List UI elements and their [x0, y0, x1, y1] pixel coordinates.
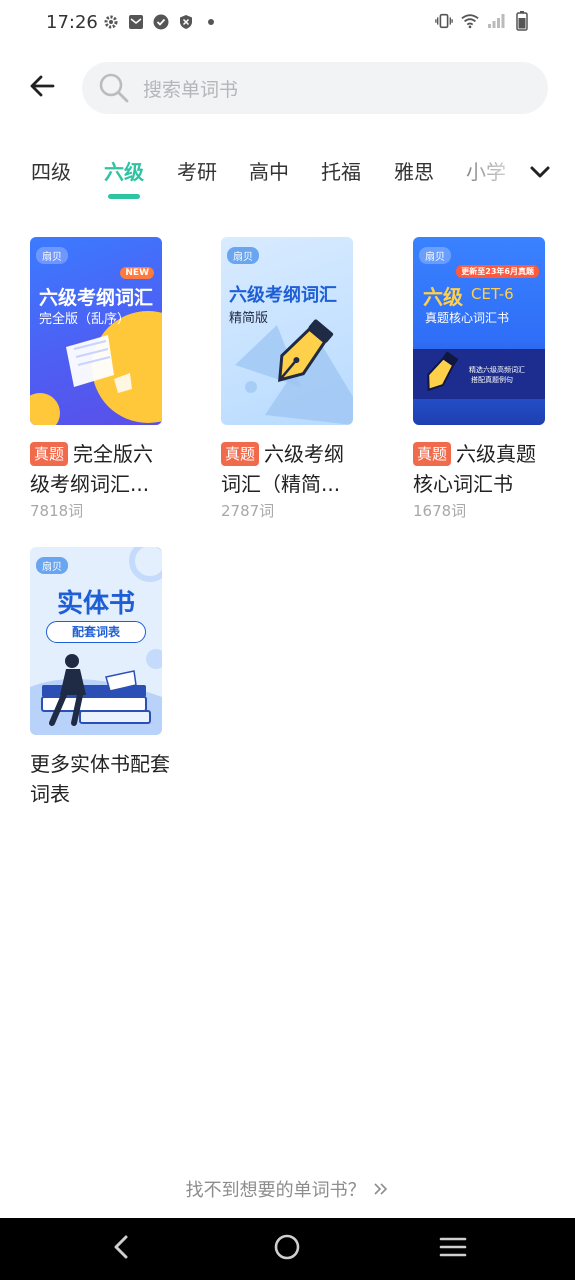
search-icon	[98, 72, 130, 104]
new-badge: NEW	[120, 267, 154, 279]
brand-badge: 扇贝	[419, 247, 451, 264]
back-button[interactable]	[24, 70, 60, 106]
shield-icon	[177, 13, 195, 31]
brand-badge: 扇贝	[227, 247, 259, 264]
tab-cet6[interactable]: 六级	[104, 156, 144, 185]
tab-toefl[interactable]: 托福	[321, 156, 361, 185]
back-triangle-icon	[111, 1234, 131, 1264]
menu-lines-icon	[439, 1235, 467, 1263]
vibrate-icon	[435, 12, 453, 30]
category-tabs: 四级 六级 考研 高中 托福 雅思 小学	[0, 150, 575, 206]
update-badge: 更新至23年6月真题	[456, 265, 539, 278]
check-circle-icon	[152, 13, 170, 31]
cant-find-book-link[interactable]: 找不到想要的单词书？	[0, 1176, 575, 1202]
brand-badge: 扇贝	[36, 247, 68, 264]
cover-blurb: 搭配真题例句	[471, 376, 513, 384]
wifi-icon	[461, 12, 479, 30]
gear-icon	[102, 13, 120, 31]
tab-ielts[interactable]: 雅思	[394, 156, 434, 185]
tab-kaoyan[interactable]: 考研	[177, 156, 217, 185]
cover-subtitle: 完全版（乱序）	[39, 312, 131, 327]
book-title: 真题 完全版六级考纲词汇...	[30, 442, 154, 496]
word-count: 1678词	[413, 502, 467, 520]
nav-home-button[interactable]	[272, 1234, 302, 1264]
search-placeholder: 搜索单词书	[143, 78, 239, 101]
cover-blurb: 精选六级高频词汇	[469, 366, 525, 374]
nav-recents-button[interactable]	[438, 1234, 468, 1264]
cover-subtitle: 真题核心词汇书	[425, 311, 510, 325]
search-input[interactable]: 搜索单词书	[82, 62, 548, 114]
signal-icon	[487, 12, 505, 30]
nav-back-button[interactable]	[106, 1234, 136, 1264]
status-time: 17:26	[46, 12, 98, 33]
book-cover: 扇贝 六级考纲词汇 精简版	[221, 237, 353, 425]
zhenti-tag: 真题	[221, 442, 260, 466]
status-bar: 17:26	[0, 0, 575, 48]
word-count: 2787词	[221, 502, 275, 520]
home-circle-icon	[273, 1233, 301, 1265]
tab-cet4[interactable]: 四级	[31, 156, 71, 185]
cover-title-en: CET-6	[471, 285, 514, 303]
cover-title: 六级考纲词汇	[229, 285, 337, 306]
word-count: 7818词	[30, 502, 84, 520]
book-card[interactable]: 扇贝 六级考纲词汇 精简版 真题 六级考纲词汇（精简... 2787词	[221, 237, 371, 521]
dot-icon	[202, 13, 220, 31]
double-chevron-right-icon	[373, 1181, 389, 1202]
book-cover: 扇贝 实体书 配套词表	[30, 547, 162, 735]
tab-gaozhong[interactable]: 高中	[249, 156, 289, 185]
book-title: 更多实体书配套词表	[30, 752, 170, 806]
expand-tabs-button[interactable]	[525, 158, 555, 188]
screen: 17:26 搜索单词书 四级 六级 考研 高中 托福 雅思 扇贝 NEW 六级考…	[0, 0, 575, 1280]
battery-icon	[513, 11, 531, 31]
book-cover: 扇贝 NEW 六级考纲词汇 完全版（乱序）	[30, 237, 162, 425]
zhenti-tag: 真题	[413, 442, 452, 466]
active-tab-indicator	[108, 194, 140, 199]
zhenti-tag: 真题	[30, 442, 69, 466]
book-card[interactable]: 扇贝 更新至23年6月真题 六级 CET-6 真题核心词汇书 精选六级高频词汇 …	[413, 237, 563, 521]
system-nav-bar	[0, 1218, 575, 1280]
brand-badge: 扇贝	[36, 557, 68, 574]
cover-title-cn: 六级	[423, 285, 463, 309]
cover-subtitle: 精简版	[229, 311, 269, 326]
arrow-left-icon	[28, 72, 56, 104]
book-title: 真题 六级真题核心词汇书	[413, 442, 537, 496]
book-cover: 扇贝 更新至23年6月真题 六级 CET-6 真题核心词汇书 精选六级高频词汇 …	[413, 237, 545, 425]
book-card[interactable]: 扇贝 NEW 六级考纲词汇 完全版（乱序） 真题 完全版六级考纲词汇... 781…	[30, 237, 180, 521]
cover-subtitle: 配套词表	[46, 621, 146, 643]
chevron-down-icon	[529, 164, 551, 183]
cover-title: 实体书	[56, 589, 135, 619]
book-title: 真题 六级考纲词汇（精简...	[221, 442, 345, 496]
book-card[interactable]: 扇贝 实体书 配套词表 更多实体书配套词表	[30, 547, 180, 809]
mail-icon	[127, 13, 145, 31]
cover-title: 六级考纲词汇	[39, 287, 154, 309]
